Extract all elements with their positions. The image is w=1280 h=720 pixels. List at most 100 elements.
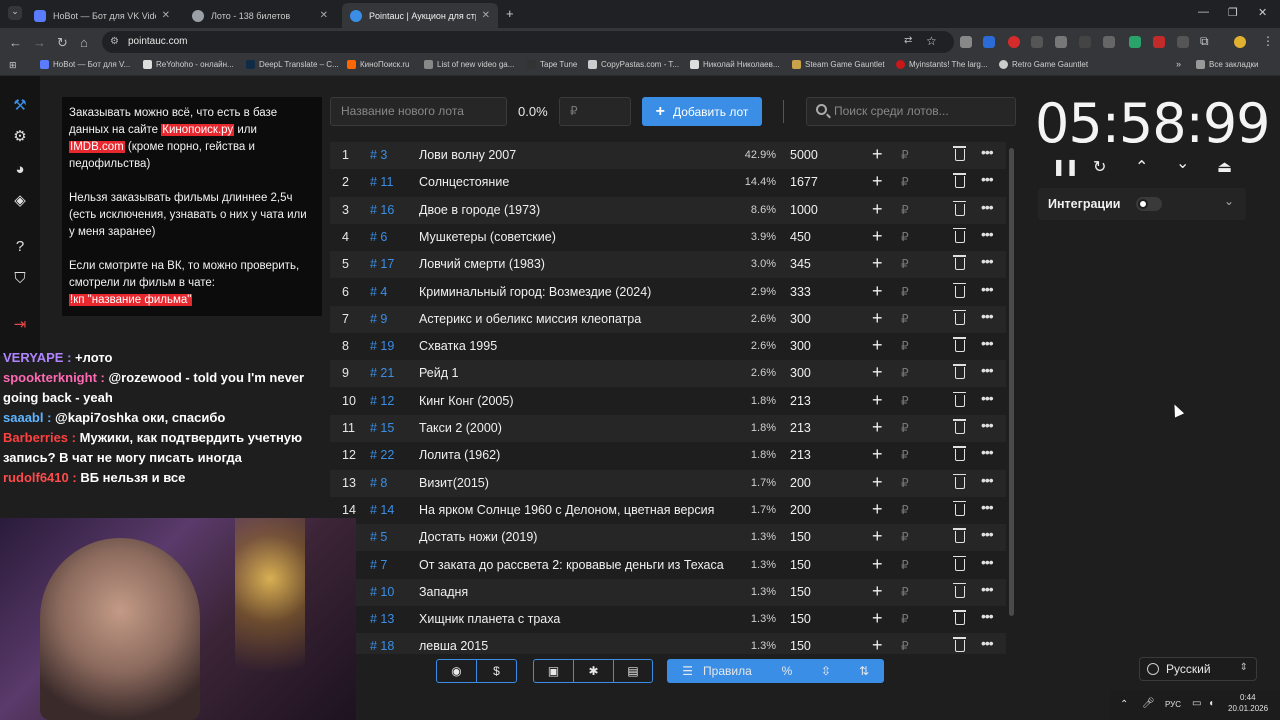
add-amount-icon[interactable]: + <box>872 308 883 329</box>
search-lots-input[interactable]: Поиск среди лотов... <box>806 97 1016 126</box>
extension-icon[interactable] <box>1055 36 1067 48</box>
lot-row[interactable]: 13 # 8 Визит(2015) 1.7% 200 + ₽ ••• <box>330 469 1006 497</box>
add-amount-icon[interactable]: + <box>872 144 883 165</box>
close-tab-icon[interactable]: ✕ <box>320 10 328 21</box>
lot-row[interactable]: 7 # 9 Астерикс и обеликс миссия клеопатра 2… <box>330 305 1006 333</box>
lot-amount[interactable]: 1000 <box>790 203 818 217</box>
lot-id[interactable]: # 14 <box>370 503 394 517</box>
monitor-icon[interactable]: ▭ <box>1192 698 1201 709</box>
lot-name[interactable]: На ярком Солнце 1960 с Делоном, цветная … <box>419 503 729 517</box>
lot-name[interactable]: Астерикс и обеликс миссия клеопатра <box>419 312 729 326</box>
lot-name[interactable]: Достать ножи (2019) <box>419 530 729 544</box>
site-info-icon[interactable]: ⚙ <box>110 36 119 47</box>
settings-gear-icon[interactable]: ⚙ <box>10 126 30 146</box>
ruble-input-icon[interactable]: ₽ <box>901 612 909 626</box>
lot-id[interactable]: # 17 <box>370 257 394 271</box>
lot-amount[interactable]: 150 <box>790 585 811 599</box>
more-options-icon[interactable]: ••• <box>981 226 994 242</box>
save-button[interactable]: ▣ <box>533 659 574 683</box>
lot-amount[interactable]: 333 <box>790 285 811 299</box>
lot-amount[interactable]: 213 <box>790 448 811 462</box>
delete-icon[interactable] <box>953 173 966 189</box>
more-options-icon[interactable]: ••• <box>981 281 994 297</box>
ruble-input-icon[interactable]: ₽ <box>901 503 909 517</box>
maximize-icon[interactable]: ❐ <box>1228 6 1238 19</box>
sort-button[interactable]: ⇅ <box>844 659 884 683</box>
profile-avatar-icon[interactable] <box>1234 36 1246 48</box>
add-lot-button[interactable]: + Добавить лот <box>642 97 762 126</box>
lot-name[interactable]: Кинг Конг (2005) <box>419 394 729 408</box>
ruble-input-icon[interactable]: ₽ <box>901 639 909 653</box>
bookmark-item[interactable]: ReYohoho - онлайн... <box>143 60 234 69</box>
bookmark-item[interactable]: КиноПоиск.ru <box>347 60 410 69</box>
home-icon[interactable]: ⌂ <box>80 35 88 50</box>
more-options-icon[interactable]: ••• <box>981 144 994 160</box>
lot-amount[interactable]: 150 <box>790 530 811 544</box>
add-amount-icon[interactable]: + <box>872 526 883 547</box>
delete-icon[interactable] <box>953 146 966 161</box>
layers-icon[interactable]: ◈ <box>10 190 30 210</box>
more-options-icon[interactable]: ••• <box>981 308 994 324</box>
lot-row[interactable]: 6 # 4 Криминальный город: Возмездие (2024)… <box>330 279 1006 306</box>
add-amount-icon[interactable]: + <box>872 608 883 629</box>
add-amount-icon[interactable]: + <box>872 554 883 575</box>
add-amount-icon[interactable]: + <box>872 635 883 654</box>
tray-arrow-icon[interactable]: ⌃ <box>1120 699 1128 710</box>
translate-icon[interactable]: ⇄ <box>904 35 912 46</box>
more-options-icon[interactable]: ••• <box>981 199 994 215</box>
apps-grid-icon[interactable]: ⊞ <box>9 60 17 71</box>
delete-icon[interactable] <box>953 500 966 516</box>
bookmark-item[interactable]: DeepL Translate – С... <box>246 60 339 69</box>
close-tab-icon[interactable]: ✕ <box>162 10 170 21</box>
bookmark-item[interactable]: Николай Николаев... <box>690 60 780 69</box>
pause-icon[interactable]: ❚❚ <box>1052 157 1079 177</box>
lot-row[interactable]: 11 # 15 Такси 2 (2000) 1.8% 213 + ₽ ••• <box>330 415 1006 442</box>
lot-id[interactable]: # 13 <box>370 612 394 626</box>
extension-icon[interactable] <box>1008 36 1020 48</box>
microphone-icon[interactable]: 🎤︎ <box>1142 698 1155 709</box>
lot-id[interactable]: # 4 <box>370 285 387 299</box>
donate-button[interactable]: $ <box>476 659 517 683</box>
lot-amount[interactable]: 150 <box>790 612 811 626</box>
lots-scrollbar[interactable] <box>1009 148 1014 616</box>
lot-id[interactable]: # 16 <box>370 203 394 217</box>
extension-icon[interactable] <box>960 36 972 48</box>
lot-amount[interactable]: 213 <box>790 421 811 435</box>
lot-name[interactable]: Двое в городе (1973) <box>419 203 729 217</box>
language-select[interactable]: Русский ⇕ <box>1139 657 1257 681</box>
back-arrow-icon[interactable]: ← <box>9 35 22 50</box>
clear-button[interactable]: ▤ <box>613 659 653 683</box>
more-options-icon[interactable]: ••• <box>981 499 994 515</box>
lot-row[interactable]: 5 # 17 Ловчий смерти (1983) 3.0% 345 + ₽ ••• <box>330 251 1006 279</box>
kinopoisk-link[interactable]: Кинопоиск.ру <box>161 124 235 136</box>
auction-hammer-icon[interactable]: ⚒ <box>10 95 30 115</box>
delete-icon[interactable] <box>953 282 966 298</box>
more-options-icon[interactable]: ••• <box>981 635 994 651</box>
more-options-icon[interactable]: ••• <box>981 417 994 433</box>
delete-icon[interactable] <box>953 227 966 243</box>
lot-name[interactable]: Криминальный город: Возмездие (2024) <box>419 285 729 299</box>
ruble-input-icon[interactable]: ₽ <box>901 448 909 462</box>
lot-name[interactable]: От заката до рассвета 2: кровавые деньги… <box>419 558 729 572</box>
lot-amount[interactable]: 150 <box>790 639 811 653</box>
ruble-input-icon[interactable]: ₽ <box>901 203 909 217</box>
close-window-icon[interactable]: ✕ <box>1258 6 1267 19</box>
delete-icon[interactable] <box>953 200 966 216</box>
lot-amount[interactable]: 300 <box>790 366 811 380</box>
add-amount-icon[interactable]: + <box>872 472 883 493</box>
ruble-input-icon[interactable]: ₽ <box>901 257 909 271</box>
bug-report-button[interactable]: ✱ <box>573 659 614 683</box>
lot-amount[interactable]: 213 <box>790 394 811 408</box>
more-options-icon[interactable]: ••• <box>981 608 994 624</box>
bookmark-item[interactable]: Retro Game Gauntlet <box>999 60 1088 69</box>
add-amount-icon[interactable]: + <box>872 417 883 438</box>
tab-search-icon[interactable]: ⌄ <box>8 6 22 20</box>
delete-icon[interactable] <box>953 473 966 489</box>
lot-name[interactable]: Западня <box>419 585 729 599</box>
more-options-icon[interactable]: ••• <box>981 472 994 488</box>
lot-id[interactable]: # 18 <box>370 639 394 653</box>
shield-icon[interactable]: ⛉ <box>10 268 30 288</box>
lot-id[interactable]: # 21 <box>370 366 394 380</box>
logout-icon[interactable]: ⇥ <box>10 314 30 334</box>
delete-icon[interactable] <box>953 637 966 653</box>
